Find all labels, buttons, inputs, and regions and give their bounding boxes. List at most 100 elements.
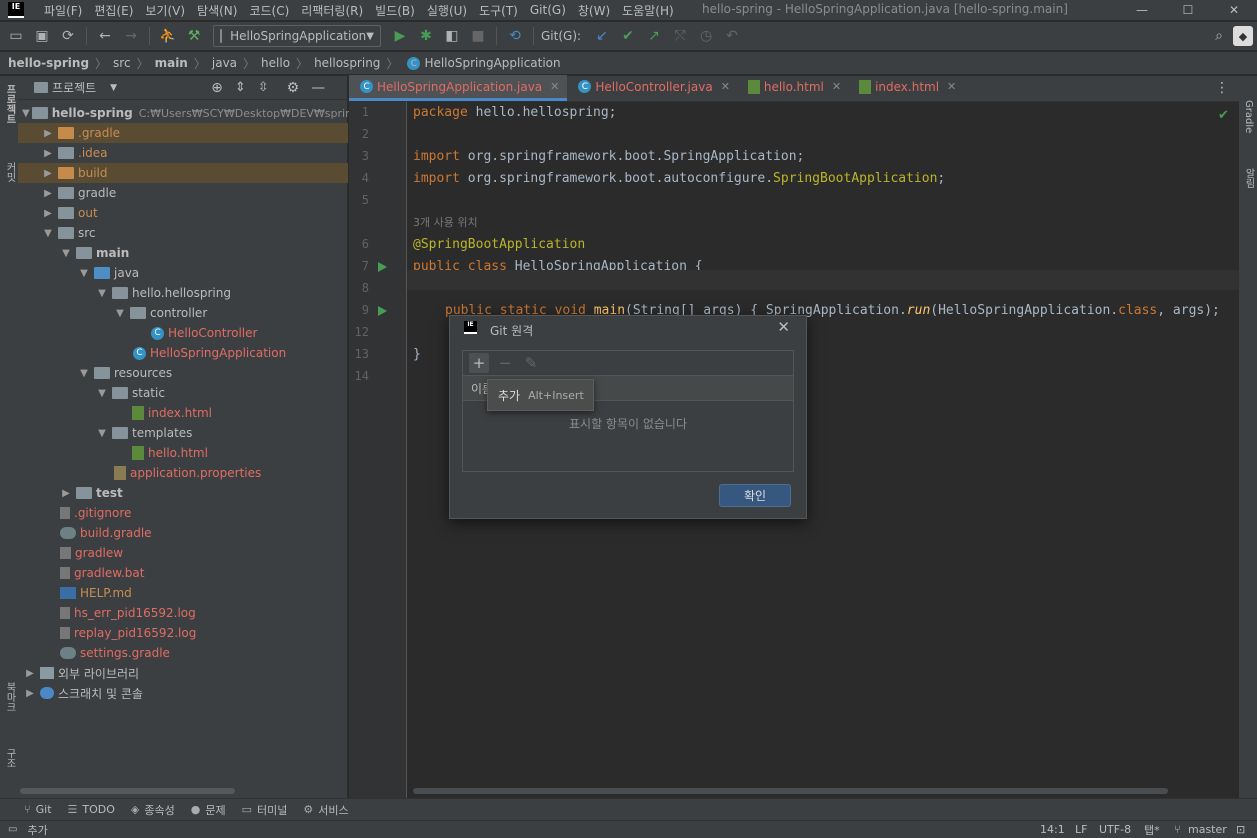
run-gutter-icon[interactable] [378,306,387,316]
tool-problems[interactable]: ● 문제 [183,802,234,818]
tool-dependencies[interactable]: ◈ 종속성 [123,802,183,818]
menu-tools[interactable]: 도구(T) [473,2,524,19]
tab-hellospringapplication[interactable]: C HelloSpringApplication.java ✕ [349,75,568,101]
gradle-sync-icon[interactable]: ⟲ [503,24,527,48]
tree-item-src[interactable]: ▼ src [18,223,348,243]
tree-item-gradle-dir[interactable]: ▶ .gradle [18,123,348,143]
menu-help[interactable]: 도움말(H) [616,2,680,19]
breadcrumb-item[interactable]: hello-spring [8,56,89,70]
gradle-tool-tab[interactable]: Gradle [1240,100,1256,133]
tree-item-hellocontroller[interactable]: C HelloController [18,323,348,343]
tree-item-index-html[interactable]: index.html [18,403,348,423]
minimize-button[interactable]: — [1119,0,1165,20]
back-icon[interactable]: ← [93,24,117,48]
open-folder-icon[interactable]: ▭ [4,24,28,48]
tree-item-build[interactable]: ▶ build [18,163,348,183]
breadcrumb-item[interactable]: src [113,56,131,70]
tree-item-gradlew-bat[interactable]: gradlew.bat [18,563,348,583]
tab-hello-html[interactable]: hello.html ✕ [738,75,849,101]
edit-icon[interactable]: ✎ [521,353,541,373]
menu-edit[interactable]: 편집(E) [88,2,139,19]
save-icon[interactable]: ▣ [30,24,54,48]
tree-item-out[interactable]: ▶ out [18,203,348,223]
chevron-down-icon[interactable]: ▼ [110,83,117,93]
structure-tool-tab[interactable]: 구조 [1,748,17,768]
menu-run[interactable]: 실행(U) [421,2,473,19]
maximize-button[interactable]: ☐ [1165,0,1211,20]
tool-git[interactable]: ⑂ Git [16,803,60,816]
tree-item-resources[interactable]: ▼ resources [18,363,348,383]
stop-icon[interactable]: ■ [466,24,490,48]
git-update-icon[interactable]: ↙ [590,24,614,48]
close-icon[interactable]: ✕ [777,318,790,336]
editor-horizontal-scrollbar[interactable] [413,788,1168,794]
caret-position[interactable]: 14:1 [1040,823,1065,836]
forward-icon[interactable]: → [119,24,143,48]
tree-item-test[interactable]: ▶ test [18,483,348,503]
tool-todo[interactable]: ☰ TODO [60,803,123,816]
commit-tool-tab[interactable]: 커밋 [1,162,17,182]
close-window-button[interactable]: ✕ [1211,0,1257,20]
tree-item-idea[interactable]: ▶ .idea [18,143,348,163]
gear-icon[interactable]: ⚙ [287,80,300,96]
tree-item-hs-err-log[interactable]: hs_err_pid16592.log [18,603,348,623]
run-config-selector[interactable]: HelloSpringApplication ▼ [213,25,381,47]
tree-root[interactable]: ▼ hello-spring C:₩Users₩SCY₩Desktop₩DEV₩… [18,103,365,123]
lock-icon[interactable]: ⊡ [1236,823,1245,836]
menu-window[interactable]: 창(W) [572,2,616,19]
tree-item-package[interactable]: ▼ hello.hellospring [18,283,348,303]
tree-item-external-libraries[interactable]: ▶ 외부 라이브러리 [18,663,348,683]
collapse-all-icon[interactable]: ⇳ [258,80,269,95]
menu-code[interactable]: 코드(C) [243,2,295,19]
coverage-icon[interactable]: ◧ [440,24,464,48]
tree-item-settings-gradle[interactable]: settings.gradle [18,643,348,663]
menu-refactor[interactable]: 리팩터링(R) [295,2,369,19]
build-hammer-icon[interactable]: ⚒ [182,24,206,48]
close-icon[interactable]: ✕ [721,80,730,93]
menu-view[interactable]: 보기(V) [139,2,191,19]
notifications-tool-tab[interactable]: 알림 [1240,168,1256,188]
locate-icon[interactable]: ⊕ [211,80,223,96]
tree-item-main[interactable]: ▼ main [18,243,348,263]
menu-file[interactable]: 파일(F) [38,2,88,19]
debug-icon[interactable]: ✱ [414,24,438,48]
menu-git[interactable]: Git(G) [524,3,572,17]
breadcrumb-item[interactable]: hello [261,56,290,70]
ide-logo-icon[interactable]: ◆ [1233,26,1253,46]
git-rollback-icon[interactable]: ↶ [720,24,744,48]
run-icon[interactable]: ▶ [388,24,412,48]
tab-hellocontroller[interactable]: C HelloController.java ✕ [567,75,738,101]
tool-terminal[interactable]: ▭ 터미널 [234,802,296,818]
menu-build[interactable]: 빌드(B) [369,2,421,19]
indent-setting[interactable]: 탭* [1144,822,1160,838]
git-branch[interactable]: master [1188,823,1227,836]
project-tool-tab[interactable]: 프로젝트 [1,84,17,124]
close-icon[interactable]: ✕ [832,80,841,93]
sync-icon[interactable]: ⟳ [56,24,80,48]
menu-navigate[interactable]: 탐색(N) [191,2,243,19]
expand-all-icon[interactable]: ⇕ [235,80,246,95]
more-tabs-icon[interactable]: ⋮ [1215,80,1229,96]
tree-item-java[interactable]: ▼ java [18,263,348,283]
line-separator[interactable]: LF [1075,823,1087,836]
git-merge-icon[interactable]: ⤲ [668,24,692,48]
tree-item-application-properties[interactable]: application.properties [18,463,348,483]
tree-item-build-gradle[interactable]: build.gradle [18,523,348,543]
git-push-icon[interactable]: ↗ [642,24,666,48]
breadcrumb-item[interactable]: main [155,56,188,70]
tool-services[interactable]: ⚙ 서비스 [295,802,356,818]
tab-index-html[interactable]: index.html ✕ [849,75,964,101]
tree-item-static[interactable]: ▼ static [18,383,348,403]
git-commit-icon[interactable]: ✔ [616,24,640,48]
tree-item-gitignore[interactable]: .gitignore [18,503,348,523]
user-icon[interactable]: ⛹ [156,24,180,48]
breadcrumb-item[interactable]: C HelloSpringApplication [404,56,561,70]
ok-button[interactable]: 확인 [719,484,791,507]
run-gutter-icon[interactable] [378,262,387,272]
search-icon[interactable]: ⌕ [1207,24,1231,48]
tree-item-controller[interactable]: ▼ controller [18,303,348,323]
hide-icon[interactable]: — [311,80,325,96]
usage-hint[interactable]: 3개 사용 위치 [413,212,478,234]
git-history-icon[interactable]: ◷ [694,24,718,48]
tree-item-gradlew[interactable]: gradlew [18,543,348,563]
